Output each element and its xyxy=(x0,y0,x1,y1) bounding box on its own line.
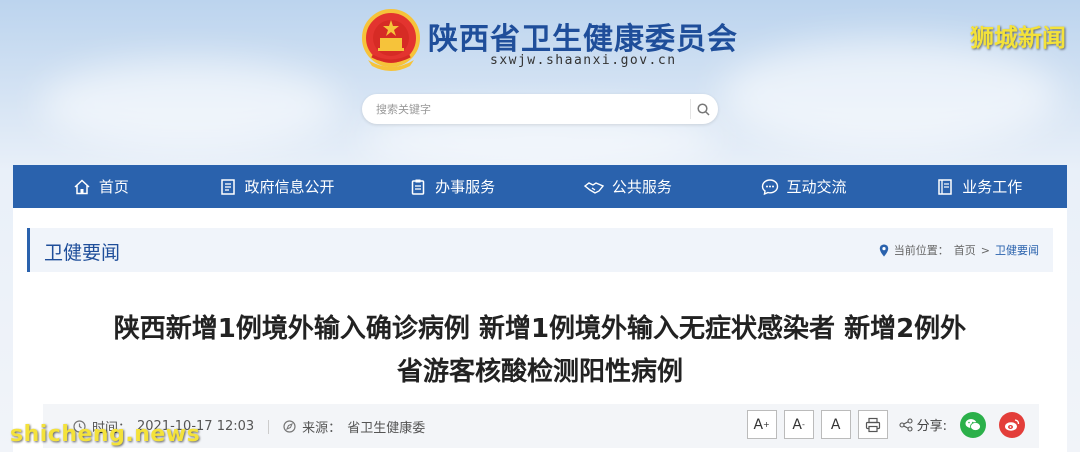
font-decrease-button[interactable]: A- xyxy=(783,410,814,439)
font-reset-label: A xyxy=(830,416,841,433)
site-url: sxwjw.shaanxi.gov.cn xyxy=(490,53,677,68)
article-title: 陕西新增1例境外输入确诊病例 新增1例境外输入无症状感染者 新增2例外 省游客核… xyxy=(13,308,1067,394)
font-increase-button[interactable]: A + xyxy=(746,410,777,439)
nav-label: 公共服务 xyxy=(611,178,672,196)
national-emblem-icon xyxy=(362,9,420,71)
share-icon xyxy=(899,417,913,432)
nav-label: 业务工作 xyxy=(962,178,1023,196)
font-reset-button[interactable]: A xyxy=(820,410,851,439)
section-header: 卫健要闻 当前位置： 首页 > 卫健要闻 xyxy=(27,228,1053,272)
font-decrease-label: A xyxy=(792,416,802,433)
breadcrumb-separator: > xyxy=(980,243,990,257)
printer-icon xyxy=(865,417,880,432)
font-increase-label: A xyxy=(753,416,764,433)
search-box xyxy=(362,94,718,124)
breadcrumb-label: 当前位置： xyxy=(893,244,949,257)
document-list-icon xyxy=(220,178,235,195)
clipboard-icon xyxy=(411,179,425,195)
source-label: 来源： xyxy=(302,421,342,436)
search-input[interactable] xyxy=(376,99,676,119)
location-pin-icon xyxy=(879,244,888,256)
nav-item-government-info[interactable]: 政府信息公开 xyxy=(189,165,365,208)
nav-label: 政府信息公开 xyxy=(244,178,335,196)
chat-icon xyxy=(761,178,778,195)
nav-item-services[interactable]: 办事服务 xyxy=(364,165,540,208)
nav-item-home[interactable]: 首页 xyxy=(13,165,189,208)
site-title: 陕西省卫生健康委员会 xyxy=(428,22,738,57)
watermark-top: 狮城新闻 xyxy=(970,24,1066,52)
compass-icon xyxy=(283,420,296,433)
font-increase-sup: + xyxy=(763,420,770,429)
nav-item-business[interactable]: 业务工作 xyxy=(891,165,1067,208)
article-title-line2: 省游客核酸检测阳性病例 xyxy=(396,357,683,387)
main-nav: 首页 政府信息公开 办事服务 公共服务 互动交流 业务工作 xyxy=(13,165,1067,208)
nav-label: 互动交流 xyxy=(786,178,847,196)
article-title-line1: 陕西新增1例境外输入确诊病例 新增1例境外输入无症状感染者 新增2例外 xyxy=(113,314,967,344)
source-value: 省卫生健康委 xyxy=(347,421,426,436)
meta-divider xyxy=(268,419,270,434)
weibo-icon xyxy=(1005,418,1020,431)
wechat-share-button[interactable] xyxy=(960,411,986,438)
breadcrumb-current-link[interactable]: 卫健要闻 xyxy=(995,242,1039,258)
book-icon xyxy=(938,178,952,195)
section-title: 卫健要闻 xyxy=(44,242,121,264)
nav-item-interaction[interactable]: 互动交流 xyxy=(716,165,892,208)
article-tools: A + A- A 分享: xyxy=(746,410,1025,439)
home-icon xyxy=(74,178,90,194)
weibo-share-button[interactable] xyxy=(999,411,1025,438)
breadcrumb-home-link[interactable]: 首页 xyxy=(954,242,976,258)
site-header: 陕西省卫生健康委员会 sxwjw.shaanxi.gov.cn 狮城新闻 xyxy=(0,0,1080,165)
wechat-icon xyxy=(965,418,981,431)
font-decrease-sup: - xyxy=(801,420,805,429)
main-content: 卫健要闻 当前位置： 首页 > 卫健要闻 陕西新增1例境外输入确诊病例 新增1例… xyxy=(13,208,1067,452)
share-label: 分享: xyxy=(916,419,947,434)
nav-label: 办事服务 xyxy=(435,178,496,196)
search-icon xyxy=(697,102,710,116)
search-button[interactable] xyxy=(690,99,710,119)
handshake-icon xyxy=(583,181,604,194)
print-button[interactable] xyxy=(857,410,888,439)
nav-item-public-services[interactable]: 公共服务 xyxy=(540,165,716,208)
share-area: 分享: xyxy=(899,415,947,434)
watermark-bottom: shicheng.news xyxy=(10,422,201,447)
nav-label: 首页 xyxy=(98,178,129,196)
breadcrumb: 当前位置： 首页 > 卫健要闻 xyxy=(879,242,1039,258)
